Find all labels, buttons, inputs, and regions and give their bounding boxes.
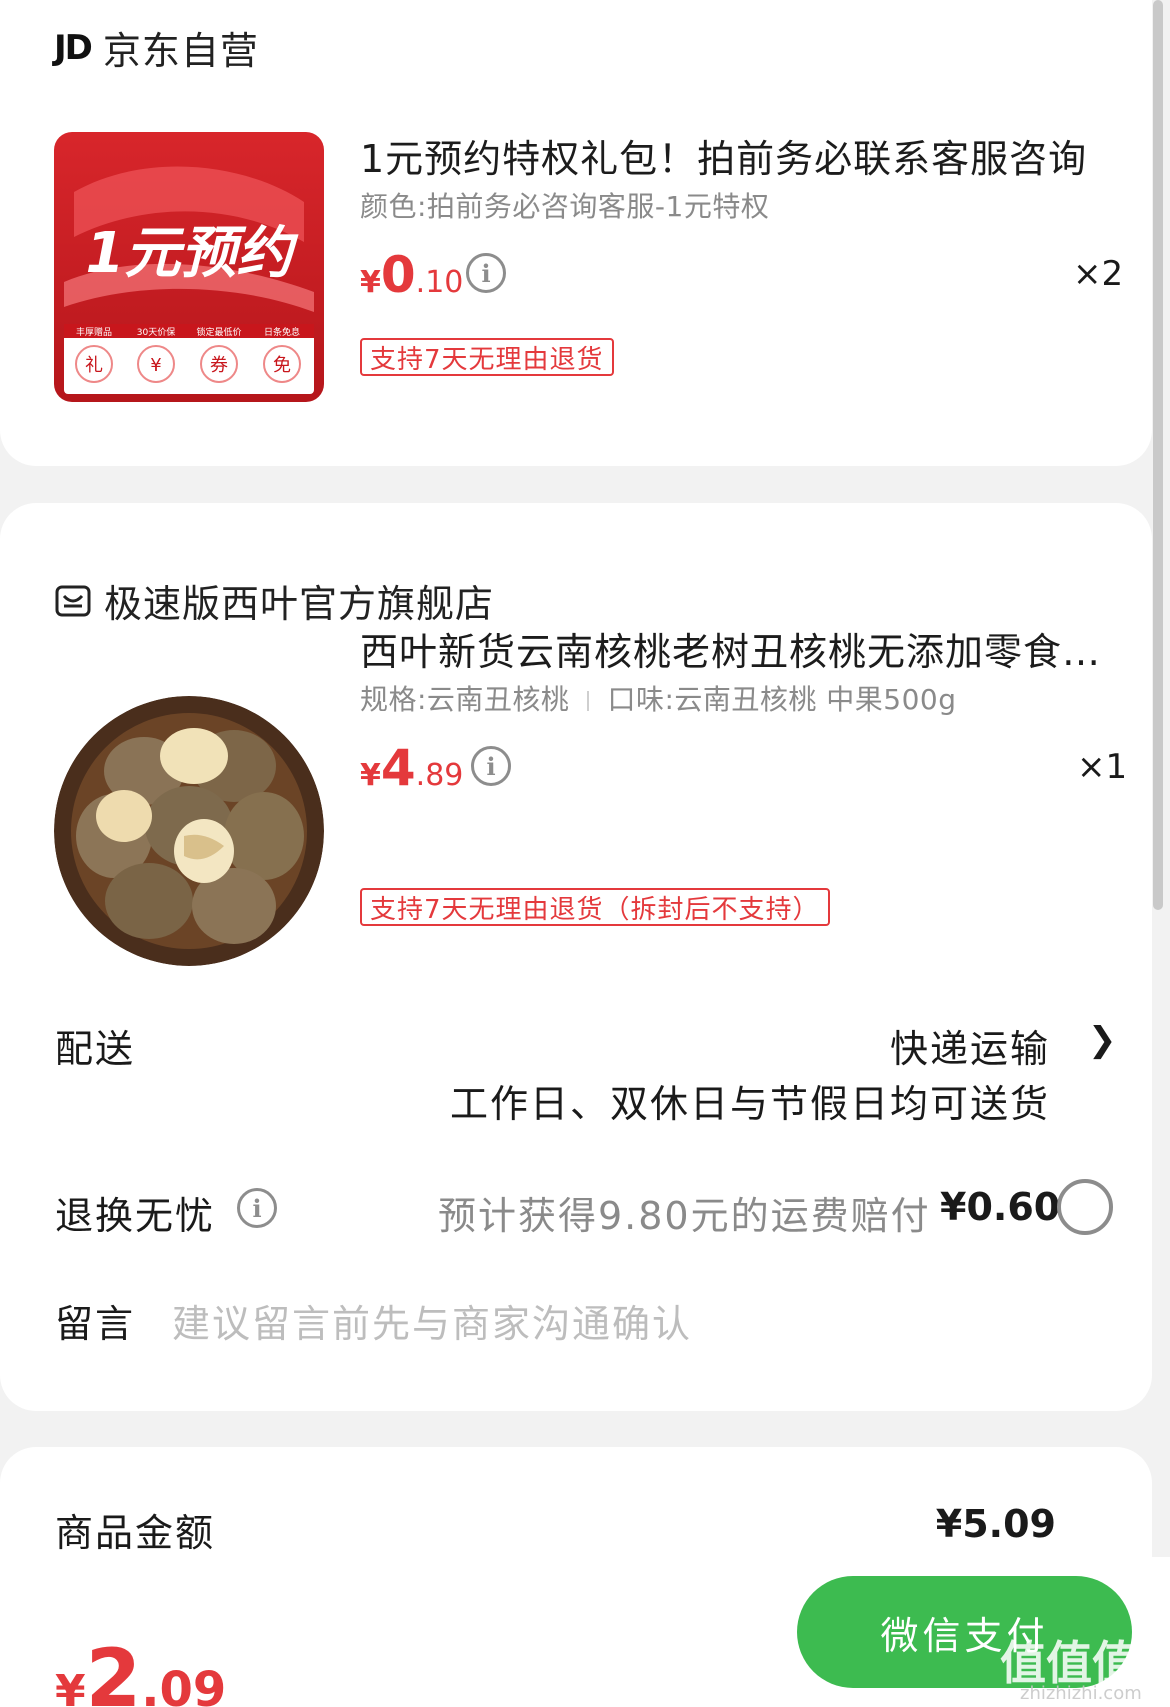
return-policy-tag: 支持7天无理由退货: [360, 338, 614, 376]
svg-text:日条免息: 日条免息: [264, 326, 300, 338]
store-name: 京东自营: [102, 29, 259, 73]
product-thumbnail[interactable]: 1元预约 丰厚赠品 30天价保 锁定最低价 日条免息 礼 ¥ 券 免: [54, 132, 324, 402]
svg-text:1元预约: 1元预约: [86, 221, 300, 286]
store-name: 极速版西叶官方旗舰店: [104, 582, 495, 626]
product-title[interactable]: 1元预约特权礼包！拍前务必联系客服咨询: [360, 128, 1120, 183]
total-price: ¥ 2 .09: [55, 1632, 227, 1707]
svg-text:锁定最低价: 锁定最低价: [196, 326, 241, 338]
delivery-label: 配送: [55, 1027, 136, 1071]
order-card-jd: JD 京东自营 1元预约 丰厚赠品 30天价保 锁定最低价 日条免息 礼 ¥ 券…: [0, 0, 1152, 466]
checkout-page: JD 京东自营 1元预约 丰厚赠品 30天价保 锁定最低价 日条免息 礼 ¥ 券…: [0, 0, 1170, 1707]
product-spec: 规格:云南丑核桃 口味:云南丑核桃 中果500g: [360, 683, 957, 716]
svg-text:30天价保: 30天价保: [137, 326, 175, 338]
product-price: ¥ 0 .10: [360, 246, 464, 304]
return-insurance-label: 退换无忧: [55, 1194, 216, 1238]
goods-amount-label: 商品金额: [55, 1511, 216, 1555]
product-title[interactable]: 西叶新货云南核桃老树丑核桃无添加零食坚果: [360, 621, 1120, 676]
store-header-xiye: 极速版西叶官方旗舰店: [54, 573, 494, 628]
return-insurance-desc: 预计获得9.80元的运费赔付: [438, 1194, 931, 1238]
message-input[interactable]: 建议留言前先与商家沟通确认: [172, 1293, 692, 1348]
delivery-note: 工作日、双休日与节假日均可送货: [449, 1082, 1050, 1126]
scrollbar[interactable]: [1153, 0, 1163, 910]
svg-text:免: 免: [273, 355, 291, 376]
store-header-jd: JD 京东自营: [54, 20, 259, 75]
product-quantity: ×2: [1073, 254, 1124, 294]
shop-icon: [55, 585, 91, 616]
bottom-pay-bar: ¥ 2 .09 微信支付 值值值 zhizhizhi.com: [0, 1557, 1170, 1707]
svg-text:丰厚赠品: 丰厚赠品: [76, 326, 112, 338]
product-price: ¥ 4 .89: [360, 739, 464, 797]
svg-text:¥: ¥: [150, 355, 161, 376]
walnut-image: [54, 696, 324, 966]
goods-amount-value: ¥5.09: [935, 1502, 1056, 1546]
svg-text:券: 券: [210, 355, 228, 376]
svg-text:礼: 礼: [85, 355, 103, 376]
watermark-url: zhizhizhi.com: [1020, 1683, 1142, 1704]
return-policy-tag: 支持7天无理由退货（拆封后不支持）: [360, 888, 830, 926]
return-insurance-radio[interactable]: [1057, 1179, 1113, 1235]
price-info-icon[interactable]: i: [471, 746, 511, 786]
delivery-method[interactable]: 快递运输: [890, 1018, 1050, 1073]
gift-package-image: 1元预约 丰厚赠品 30天价保 锁定最低价 日条免息 礼 ¥ 券 免: [54, 132, 324, 402]
spec-separator: [587, 691, 590, 711]
product-quantity: ×1: [1077, 747, 1128, 787]
price-info-icon[interactable]: i: [466, 253, 506, 293]
product-thumbnail[interactable]: [54, 696, 324, 966]
return-insurance-info-icon[interactable]: i: [237, 1188, 277, 1228]
message-label: 留言: [55, 1302, 136, 1346]
chevron-right-icon[interactable]: ❯: [1088, 1020, 1117, 1060]
jd-logo-icon: JD: [54, 27, 93, 68]
product-spec: 颜色:拍前务必咨询客服-1元特权: [360, 190, 770, 223]
order-card-xiye: 极速版西叶官方旗舰店 西叶新货云南核桃老树丑核桃无添加零食坚果 规格:云南丑核桃…: [0, 503, 1152, 1411]
return-insurance-price: ¥0.60: [940, 1185, 1061, 1229]
